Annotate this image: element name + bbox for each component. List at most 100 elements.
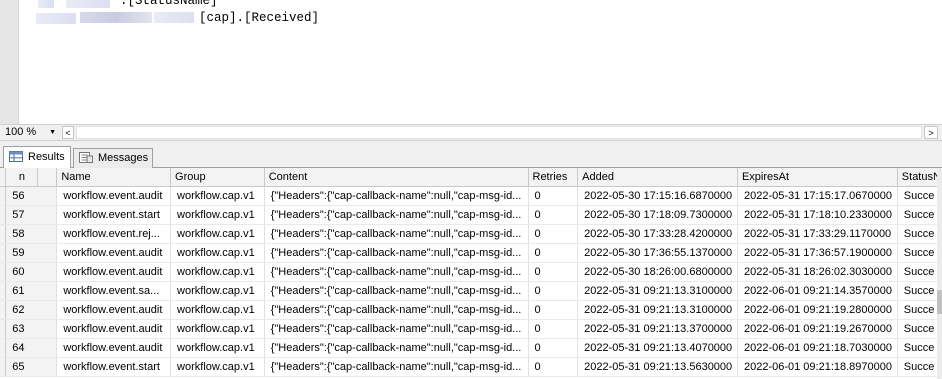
cell-n[interactable]: 60 <box>5 262 58 282</box>
cell-retries[interactable]: 0 <box>528 224 579 244</box>
cell-name[interactable]: workflow.event.start <box>56 357 172 377</box>
cell-expiresat[interactable]: 2022-05-31 18:26:02.3030000 <box>737 262 898 282</box>
column-header-n[interactable]: n <box>5 168 38 187</box>
cell-group[interactable]: workflow.cap.v1 <box>170 262 265 282</box>
results-grid[interactable]: n Name Group Content Retries Added Expir… <box>0 168 942 379</box>
cell-added[interactable]: 2022-05-30 17:36:55.1370000 <box>577 243 738 263</box>
cell-statusname[interactable]: Succe <box>897 300 942 320</box>
cell-retries[interactable]: 0 <box>528 205 579 225</box>
table-row[interactable]: 61 workflow.event.sa... workflow.cap.v1 {"H… <box>0 281 942 301</box>
cell-n[interactable]: 61 <box>5 281 58 301</box>
cell-statusname[interactable]: Succe <box>897 243 942 263</box>
column-header-retries[interactable]: Retries <box>528 168 579 187</box>
table-row[interactable]: 65 workflow.event.start workflow.cap.v1 {"H… <box>0 357 942 377</box>
cell-content[interactable]: {"Headers":{"cap-callback-name":null,"ca… <box>264 262 529 282</box>
table-row[interactable]: 56 workflow.event.audit workflow.cap.v1 {"H… <box>0 186 942 206</box>
cell-content[interactable]: {"Headers":{"cap-callback-name":null,"ca… <box>264 338 529 358</box>
cell-expiresat[interactable]: 2022-05-31 17:36:57.1900000 <box>737 243 898 263</box>
cell-retries[interactable]: 0 <box>528 243 579 263</box>
cell-content[interactable]: {"Headers":{"cap-callback-name":null,"ca… <box>264 205 529 225</box>
cell-content[interactable]: {"Headers":{"cap-callback-name":null,"ca… <box>264 186 529 206</box>
cell-name[interactable]: workflow.event.audit <box>56 319 172 339</box>
cell-added[interactable]: 2022-05-30 17:33:28.4200000 <box>577 224 738 244</box>
cell-statusname[interactable]: Succe <box>897 186 942 206</box>
cell-statusname[interactable]: Succe <box>897 262 942 282</box>
scroll-left-button[interactable]: < <box>62 126 74 139</box>
cell-statusname[interactable]: Succe <box>897 281 942 301</box>
cell-name[interactable]: workflow.event.audit <box>56 186 172 206</box>
table-row[interactable]: 58 workflow.event.rej... workflow.cap.v1 {"… <box>0 224 942 244</box>
cell-n[interactable]: 59 <box>5 243 58 263</box>
cell-expiresat[interactable]: 2022-05-31 17:33:29.1170000 <box>737 224 898 244</box>
cell-added[interactable]: 2022-05-31 09:21:13.3100000 <box>577 281 738 301</box>
cell-group[interactable]: workflow.cap.v1 <box>170 205 265 225</box>
cell-expiresat[interactable]: 2022-06-01 09:21:19.2670000 <box>737 319 898 339</box>
cell-expiresat[interactable]: 2022-06-01 09:21:18.7030000 <box>737 338 898 358</box>
horizontal-scrollbar[interactable] <box>76 126 922 139</box>
cell-n[interactable]: 57 <box>5 205 58 225</box>
column-header-content[interactable]: Content <box>264 168 529 187</box>
cell-group[interactable]: workflow.cap.v1 <box>170 319 265 339</box>
cell-retries[interactable]: 0 <box>528 338 579 358</box>
cell-content[interactable]: {"Headers":{"cap-callback-name":null,"ca… <box>264 300 529 320</box>
cell-group[interactable]: workflow.cap.v1 <box>170 224 265 244</box>
cell-n[interactable]: 58 <box>5 224 58 244</box>
cell-retries[interactable]: 0 <box>528 281 579 301</box>
table-row[interactable]: 64 workflow.event.audit workflow.cap.v1 {"H… <box>0 338 942 358</box>
cell-group[interactable]: workflow.cap.v1 <box>170 300 265 320</box>
cell-n[interactable]: 63 <box>5 319 58 339</box>
cell-name[interactable]: workflow.event.audit <box>56 300 172 320</box>
table-row[interactable]: 60 workflow.event.audit workflow.cap.v1 {"H… <box>0 262 942 282</box>
cell-expiresat[interactable]: 2022-06-01 09:21:19.2800000 <box>737 300 898 320</box>
tab-results[interactable]: Results <box>3 146 71 169</box>
cell-retries[interactable]: 0 <box>528 262 579 282</box>
cell-statusname[interactable]: Succe <box>897 205 942 225</box>
column-header-statusname[interactable]: StatusN <box>897 168 942 187</box>
cell-name[interactable]: workflow.event.sa... <box>56 281 172 301</box>
cell-group[interactable]: workflow.cap.v1 <box>170 338 265 358</box>
cell-statusname[interactable]: Succe <box>897 338 942 358</box>
cell-statusname[interactable]: Succe <box>897 319 942 339</box>
cell-name[interactable]: workflow.event.start <box>56 205 172 225</box>
cell-added[interactable]: 2022-05-31 09:21:13.4070000 <box>577 338 738 358</box>
cell-statusname[interactable]: Succe <box>897 224 942 244</box>
cell-group[interactable]: workflow.cap.v1 <box>170 186 265 206</box>
cell-added[interactable]: 2022-05-30 17:18:09.7300000 <box>577 205 738 225</box>
query-editor[interactable]: .[StatusName] [cap].[Received] <box>0 0 942 124</box>
cell-retries[interactable]: 0 <box>528 357 579 377</box>
cell-content[interactable]: {"Headers":{"cap-callback-name":null,"ca… <box>264 357 529 377</box>
column-header-added[interactable]: Added <box>577 168 738 187</box>
vertical-scrollbar-thumb[interactable] <box>937 290 942 314</box>
cell-content[interactable]: {"Headers":{"cap-callback-name":null,"ca… <box>264 281 529 301</box>
table-row[interactable]: 57 workflow.event.start workflow.cap.v1 {"H… <box>0 205 942 225</box>
table-row[interactable]: 63 workflow.event.audit workflow.cap.v1 {"H… <box>0 319 942 339</box>
cell-added[interactable]: 2022-05-30 18:26:00.6800000 <box>577 262 738 282</box>
cell-expiresat[interactable]: 2022-06-01 09:21:18.8970000 <box>737 357 898 377</box>
tab-messages[interactable]: Messages <box>73 148 153 168</box>
cell-group[interactable]: workflow.cap.v1 <box>170 281 265 301</box>
cell-added[interactable]: 2022-05-31 09:21:13.3100000 <box>577 300 738 320</box>
column-header-expiresat[interactable]: ExpiresAt <box>737 168 898 187</box>
cell-retries[interactable]: 0 <box>528 186 579 206</box>
cell-expiresat[interactable]: 2022-06-01 09:21:14.3570000 <box>737 281 898 301</box>
column-header-group[interactable]: Group <box>170 168 265 187</box>
cell-n[interactable]: 62 <box>5 300 58 320</box>
cell-added[interactable]: 2022-05-30 17:15:16.6870000 <box>577 186 738 206</box>
cell-n[interactable]: 65 <box>5 357 58 377</box>
zoom-select[interactable]: 100 % ▼ <box>2 125 58 140</box>
cell-n[interactable]: 56 <box>5 186 58 206</box>
table-row[interactable]: 62 workflow.event.audit workflow.cap.v1 {"H… <box>0 300 942 320</box>
cell-name[interactable]: workflow.event.audit <box>56 338 172 358</box>
column-header-name[interactable]: Name <box>56 168 172 187</box>
cell-content[interactable]: {"Headers":{"cap-callback-name":null,"ca… <box>264 319 529 339</box>
cell-expiresat[interactable]: 2022-05-31 17:18:10.2330000 <box>737 205 898 225</box>
cell-retries[interactable]: 0 <box>528 300 579 320</box>
cell-statusname[interactable]: Succe <box>897 357 942 377</box>
cell-name[interactable]: workflow.event.audit <box>56 243 172 263</box>
scroll-right-button[interactable]: > <box>924 126 938 139</box>
cell-name[interactable]: workflow.event.audit <box>56 262 172 282</box>
cell-group[interactable]: workflow.cap.v1 <box>170 357 265 377</box>
table-row[interactable]: 59 workflow.event.audit workflow.cap.v1 {"H… <box>0 243 942 263</box>
cell-name[interactable]: workflow.event.rej... <box>56 224 172 244</box>
cell-added[interactable]: 2022-05-31 09:21:13.5630000 <box>577 357 738 377</box>
